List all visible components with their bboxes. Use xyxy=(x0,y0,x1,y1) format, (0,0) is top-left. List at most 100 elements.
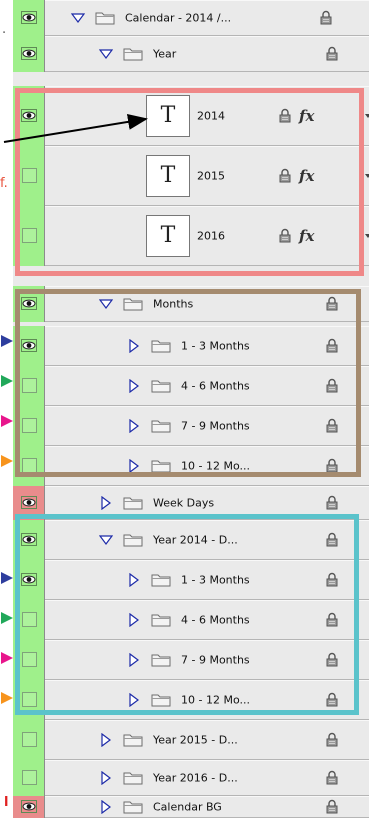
collapsed-arrow-icon[interactable] xyxy=(127,419,141,433)
collapsed-arrow-icon[interactable] xyxy=(127,459,141,473)
layer-name[interactable]: 10 - 12 Mo... xyxy=(181,460,250,473)
layer-group-row[interactable]: Year xyxy=(13,36,369,72)
visibility-toggle[interactable] xyxy=(13,796,45,818)
layer-name[interactable]: 4 - 6 Months xyxy=(181,614,250,627)
eye-icon[interactable] xyxy=(21,109,37,122)
collapsed-arrow-icon[interactable] xyxy=(127,613,141,627)
layer-group-row[interactable]: Calendar BG xyxy=(13,796,369,818)
layer-name[interactable]: 1 - 3 Months xyxy=(181,340,250,353)
layer-name[interactable]: Year xyxy=(153,48,176,61)
visibility-toggle[interactable] xyxy=(13,0,45,36)
text-layer-row[interactable]: T 2016 fx xyxy=(13,206,369,266)
effects-caret-icon[interactable] xyxy=(365,174,369,178)
collapsed-arrow-icon[interactable] xyxy=(127,379,141,393)
layer-group-row[interactable]: Year 2015 - D... xyxy=(13,720,369,760)
layer-group-row[interactable]: Year 2014 - D... xyxy=(13,520,369,560)
visibility-toggle[interactable] xyxy=(13,600,45,640)
layer-name[interactable]: Year 2015 - D... xyxy=(153,734,238,747)
visibility-toggle[interactable] xyxy=(13,326,45,366)
visibility-empty-box[interactable] xyxy=(22,692,37,707)
visibility-empty-box[interactable] xyxy=(22,612,37,627)
eye-icon[interactable] xyxy=(21,339,37,352)
visibility-empty-box[interactable] xyxy=(22,770,37,785)
layer-group-row[interactable]: Months xyxy=(13,286,369,322)
text-layer-thumbnail[interactable]: T xyxy=(146,215,190,257)
collapsed-arrow-icon[interactable] xyxy=(127,339,141,353)
visibility-empty-box[interactable] xyxy=(22,652,37,667)
layer-name[interactable]: 2014 xyxy=(197,110,225,123)
visibility-toggle[interactable] xyxy=(13,146,45,206)
text-layer-row[interactable]: T 2014 fx xyxy=(13,86,369,146)
layer-name[interactable]: Year 2016 - D... xyxy=(153,772,238,785)
expanded-arrow-icon[interactable] xyxy=(99,47,113,61)
layer-group-row[interactable]: 4 - 6 Months xyxy=(13,366,369,406)
visibility-toggle[interactable] xyxy=(13,640,45,680)
eye-icon[interactable] xyxy=(21,11,37,24)
visibility-toggle[interactable] xyxy=(13,760,45,796)
layer-name[interactable]: Calendar - 2014 /... xyxy=(125,12,231,25)
fx-icon[interactable]: fx xyxy=(299,167,314,185)
collapsed-arrow-icon[interactable] xyxy=(127,693,141,707)
expanded-arrow-icon[interactable] xyxy=(71,11,85,25)
layer-group-row[interactable]: 10 - 12 Mo... xyxy=(13,446,369,486)
eye-icon[interactable] xyxy=(21,496,37,509)
layer-name[interactable]: 7 - 9 Months xyxy=(181,654,250,667)
visibility-empty-box[interactable] xyxy=(22,378,37,393)
fx-icon[interactable]: fx xyxy=(299,227,314,245)
layer-group-row[interactable]: Week Days xyxy=(13,486,369,520)
fx-icon[interactable]: fx xyxy=(299,107,314,125)
layer-name[interactable]: Week Days xyxy=(153,497,214,510)
layer-group-row[interactable]: 10 - 12 Mo... xyxy=(13,680,369,720)
layer-name[interactable]: 2015 xyxy=(197,170,225,183)
visibility-empty-box[interactable] xyxy=(22,732,37,747)
eye-icon[interactable] xyxy=(21,47,37,60)
visibility-toggle[interactable] xyxy=(13,36,45,72)
eye-icon[interactable] xyxy=(21,573,37,586)
collapsed-arrow-icon[interactable] xyxy=(127,653,141,667)
visibility-toggle[interactable] xyxy=(13,680,45,720)
collapsed-arrow-icon[interactable] xyxy=(99,771,113,785)
collapsed-arrow-icon[interactable] xyxy=(99,496,113,510)
layer-group-row[interactable]: Calendar - 2014 /... xyxy=(13,0,369,36)
expanded-arrow-icon[interactable] xyxy=(99,533,113,547)
layer-name[interactable]: 4 - 6 Months xyxy=(181,380,250,393)
effects-caret-icon[interactable] xyxy=(365,114,369,118)
layer-group-row[interactable]: 1 - 3 Months xyxy=(13,326,369,366)
text-layer-thumbnail[interactable]: T xyxy=(146,95,190,137)
visibility-toggle[interactable] xyxy=(13,286,45,322)
visibility-toggle[interactable] xyxy=(13,720,45,760)
visibility-empty-box[interactable] xyxy=(22,418,37,433)
visibility-empty-box[interactable] xyxy=(22,228,37,243)
expanded-arrow-icon[interactable] xyxy=(99,297,113,311)
layer-group-row[interactable]: Year 2016 - D... xyxy=(13,760,369,796)
visibility-toggle[interactable] xyxy=(13,520,45,560)
visibility-toggle[interactable] xyxy=(13,366,45,406)
text-layer-row[interactable]: T 2015 fx xyxy=(13,146,369,206)
visibility-toggle[interactable] xyxy=(13,446,45,486)
layer-group-row[interactable]: 7 - 9 Months xyxy=(13,640,369,680)
collapsed-arrow-icon[interactable] xyxy=(99,800,113,814)
visibility-empty-box[interactable] xyxy=(22,168,37,183)
visibility-toggle[interactable] xyxy=(13,206,45,266)
visibility-empty-box[interactable] xyxy=(22,458,37,473)
layer-group-row[interactable]: 4 - 6 Months xyxy=(13,600,369,640)
visibility-toggle[interactable] xyxy=(13,406,45,446)
visibility-toggle[interactable] xyxy=(13,560,45,600)
layer-group-row[interactable]: 7 - 9 Months xyxy=(13,406,369,446)
visibility-toggle[interactable] xyxy=(13,86,45,146)
layer-name[interactable]: 1 - 3 Months xyxy=(181,574,250,587)
collapsed-arrow-icon[interactable] xyxy=(99,733,113,747)
collapsed-arrow-icon[interactable] xyxy=(127,573,141,587)
layer-name[interactable]: 2016 xyxy=(197,230,225,243)
visibility-toggle[interactable] xyxy=(13,486,45,520)
layer-name[interactable]: Year 2014 - D... xyxy=(153,534,238,547)
eye-icon[interactable] xyxy=(21,800,37,813)
text-layer-thumbnail[interactable]: T xyxy=(146,155,190,197)
layer-name[interactable]: Months xyxy=(153,298,193,311)
layer-name[interactable]: 10 - 12 Mo... xyxy=(181,694,250,707)
eye-icon[interactable] xyxy=(21,297,37,310)
effects-caret-icon[interactable] xyxy=(365,234,369,238)
layer-name[interactable]: 7 - 9 Months xyxy=(181,420,250,433)
layer-name[interactable]: Calendar BG xyxy=(153,801,222,814)
layer-group-row[interactable]: 1 - 3 Months xyxy=(13,560,369,600)
